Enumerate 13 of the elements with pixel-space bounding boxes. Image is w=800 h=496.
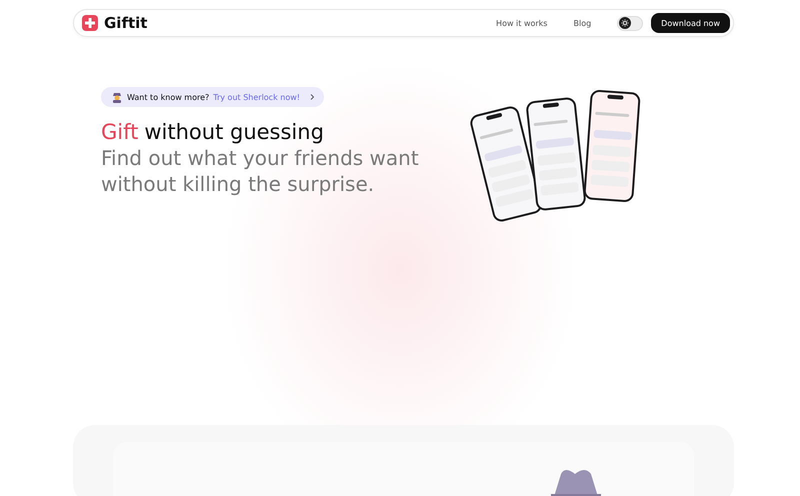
download-button[interactable]: Download now <box>651 13 730 33</box>
gift-logo-icon <box>82 15 98 31</box>
hero-subtitle: Find out what your friends want without killing the surprise. <box>101 145 420 197</box>
sun-icon <box>621 19 630 27</box>
hero-title: without guessing <box>144 119 324 145</box>
brand-name: Giftit <box>104 14 148 32</box>
badge-text: Want to know more? <box>127 92 210 102</box>
theme-toggle[interactable] <box>617 16 644 30</box>
nav-link[interactable]: Blog <box>573 18 592 28</box>
sherlock-link[interactable]: Try out Sherlock now! <box>213 92 300 102</box>
title-highlight: Gift <box>101 119 138 145</box>
nav-link[interactable]: How it works <box>496 18 548 28</box>
chevron-right-icon <box>308 93 316 101</box>
